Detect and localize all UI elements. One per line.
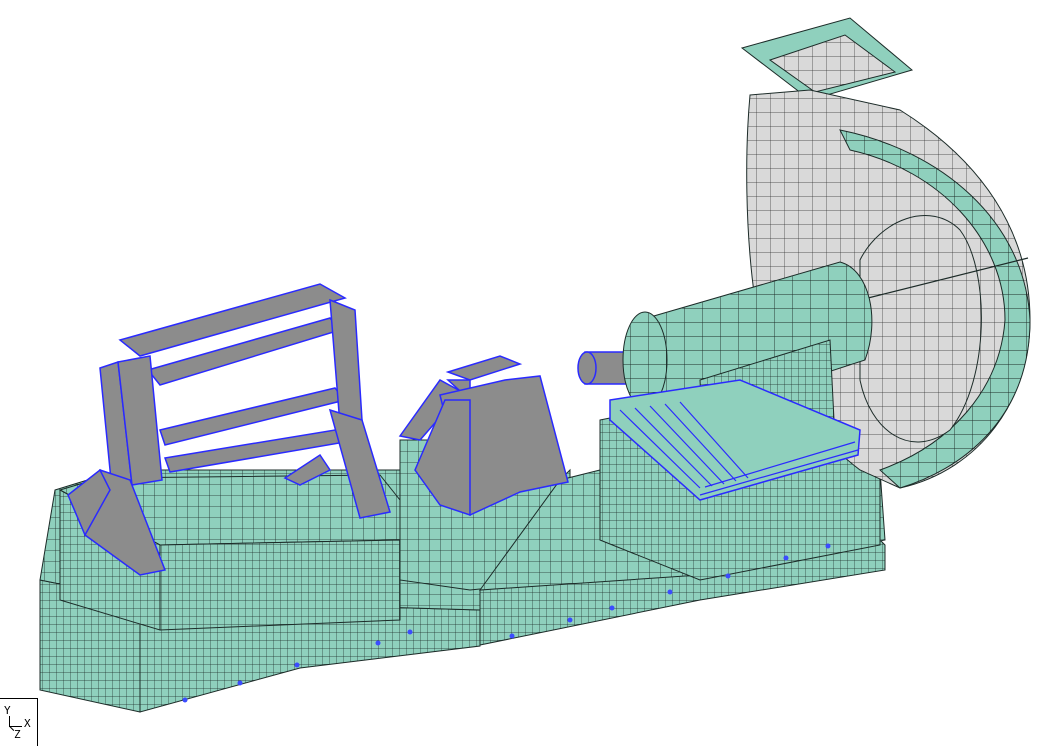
fem-mesh-model[interactable] bbox=[0, 0, 1045, 748]
base-left-pedestal-front[interactable] bbox=[159, 539, 401, 631]
fan-inlet-cone[interactable] bbox=[859, 215, 982, 443]
axis-y-label: Y bbox=[4, 704, 11, 717]
left-stand-post-rear[interactable] bbox=[329, 298, 363, 426]
shaft-end[interactable] bbox=[577, 351, 597, 385]
axis-x-label: X bbox=[24, 717, 31, 730]
middle-stand-cap[interactable] bbox=[445, 355, 523, 381]
xyz-axis-triad-icon: Y X Z bbox=[0, 698, 38, 746]
drive-shaft[interactable] bbox=[577, 351, 631, 385]
axis-z-label: Z bbox=[14, 728, 21, 741]
model-viewport[interactable]: Y X Z bbox=[0, 0, 1045, 748]
